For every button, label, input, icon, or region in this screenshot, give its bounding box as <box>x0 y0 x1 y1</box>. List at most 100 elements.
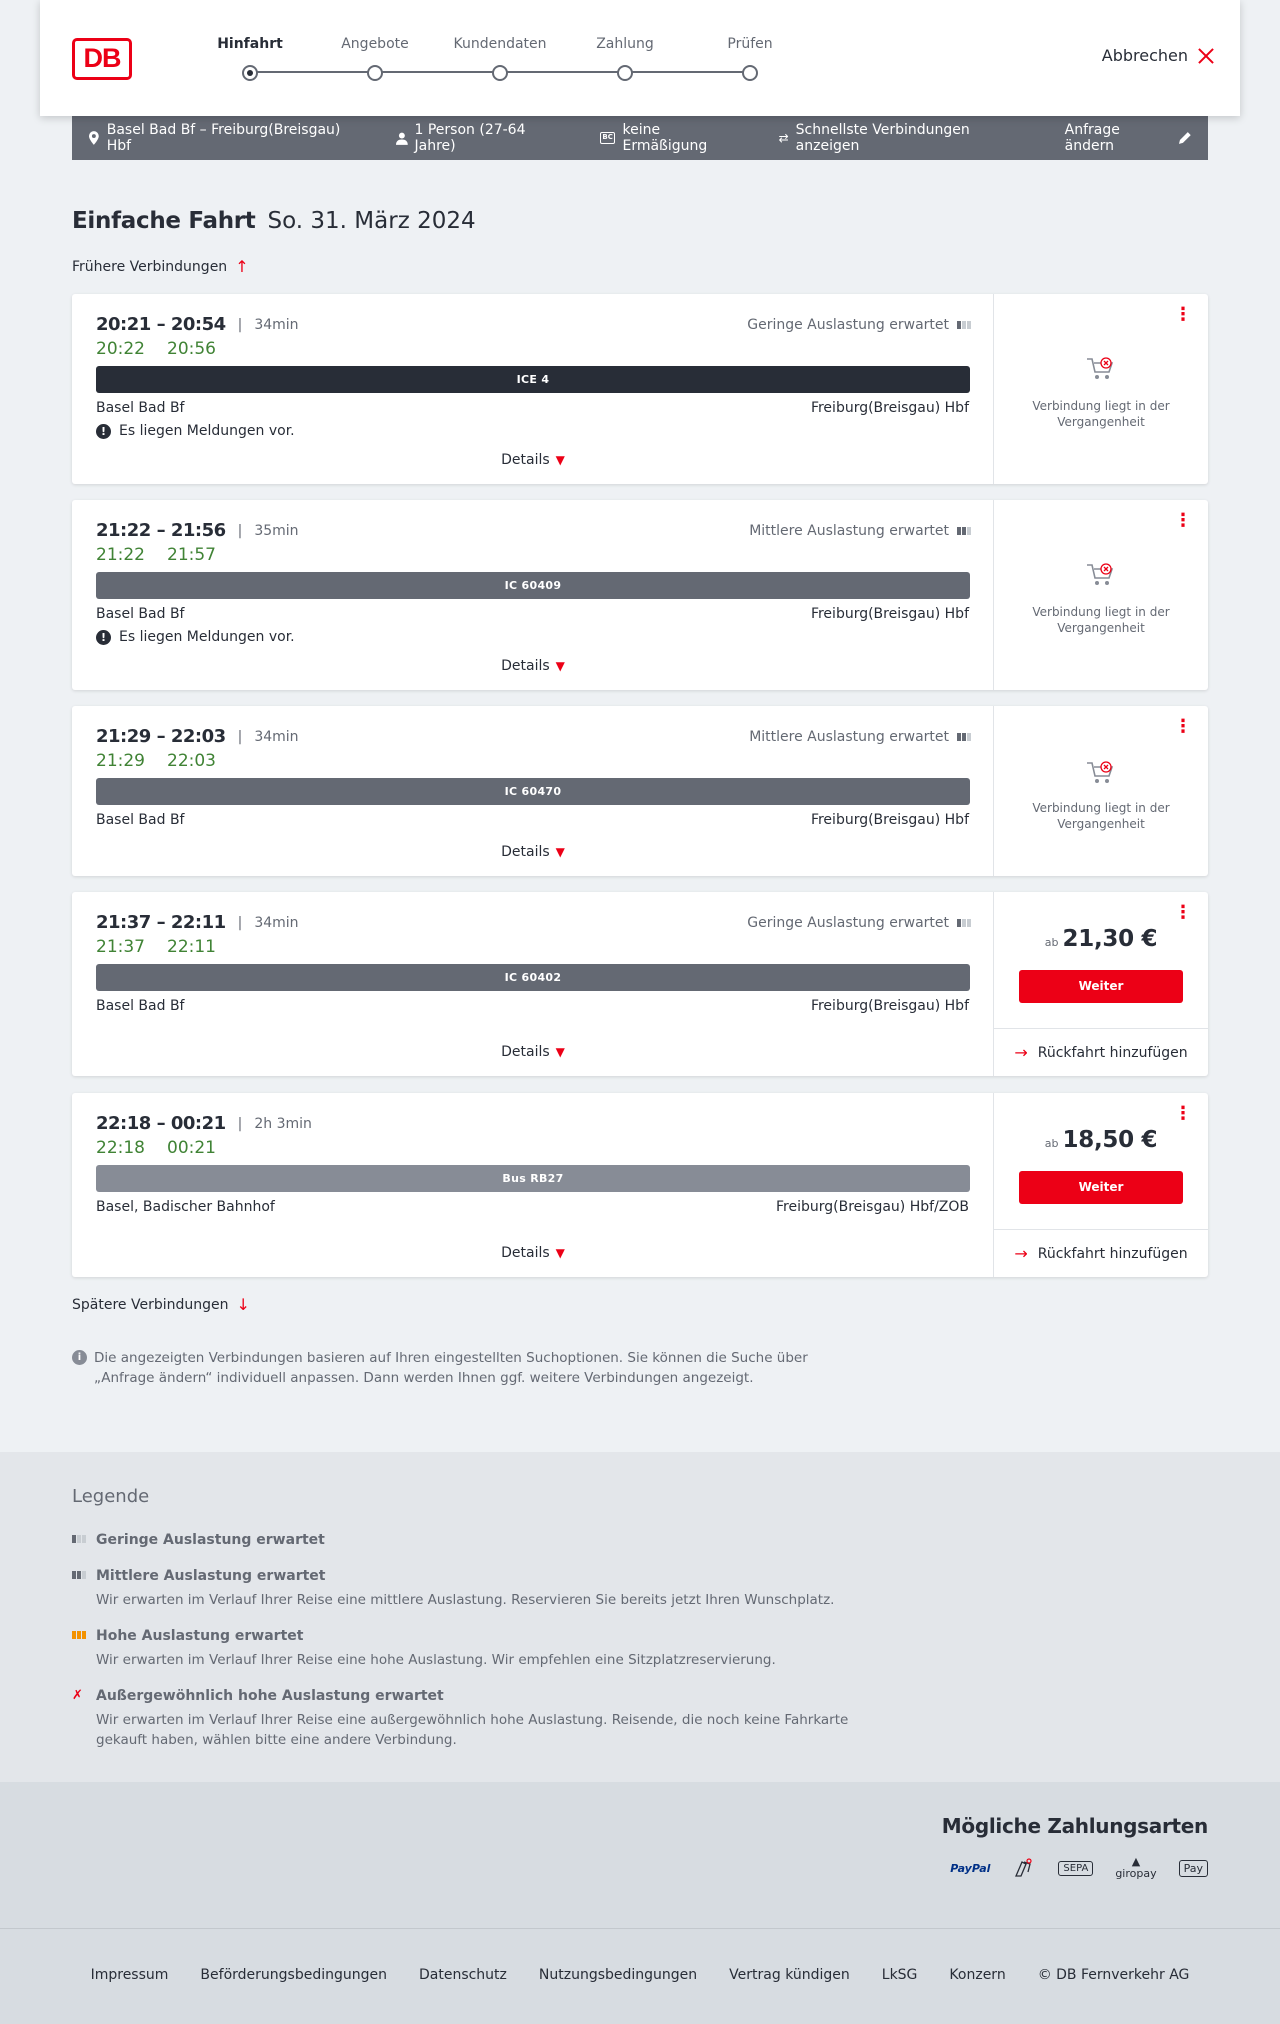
search-info-note: i Die angezeigten Verbindungen basieren … <box>72 1348 852 1388</box>
planned-times: 21:22 – 21:56 <box>96 520 226 541</box>
discount-info: BC keine Ermäßigung <box>599 122 747 154</box>
info-icon: i <box>72 1350 87 1365</box>
apple-pay-logo: Pay <box>1178 1859 1208 1877</box>
occupancy-medium-icon <box>957 733 971 741</box>
bahncard-icon: BC <box>599 132 616 144</box>
realtime-times: 22:18 00:21 <box>96 1138 216 1158</box>
duration: 35min <box>254 522 299 539</box>
disruption-message: ! Es liegen Meldungen vor. <box>96 423 295 439</box>
chevron-down-icon: ▼ <box>555 845 565 859</box>
connection-card[interactable]: 20:21 – 20:54 | 34min 20:22 20:56 Geringe A… <box>72 294 1208 484</box>
later-connections-link[interactable]: Spätere Verbindungen ↓ <box>72 1295 250 1314</box>
step-hinfahrt[interactable]: Hinfahrt <box>180 34 320 81</box>
travel-date: So. 31. März 2024 <box>267 208 476 234</box>
footer-link-datenschutz[interactable]: Datenschutz <box>419 1967 507 1983</box>
arrow-right-icon: → <box>1014 1244 1028 1263</box>
step-kundendaten[interactable]: Kundendaten <box>430 34 570 81</box>
past-connection-text: Verbindung liegt in der Vergangenheit <box>1032 801 1170 831</box>
planned-times: 21:29 – 22:03 <box>96 726 226 747</box>
footer-link-lksg[interactable]: LkSG <box>882 1967 918 1983</box>
occupancy-info: Geringe Auslastung erwartet <box>747 915 971 931</box>
price: ab 18,50 € <box>1044 1127 1158 1153</box>
footer-link-vertrag-kuendigen[interactable]: Vertrag kündigen <box>729 1967 850 1983</box>
db-logo[interactable]: DB <box>72 38 132 80</box>
occupancy-exceptional-icon: ✗ <box>72 1688 83 1703</box>
continue-button[interactable]: Weiter <box>1019 970 1183 1003</box>
train-bar: IC 60470 <box>96 778 970 805</box>
cancel-button[interactable]: Abbrechen <box>1102 46 1214 65</box>
train-bar: IC 60409 <box>96 572 970 599</box>
step-angebote[interactable]: Angebote <box>305 34 445 81</box>
more-options-icon[interactable]: ⋮ <box>1174 1105 1192 1123</box>
price: ab 21,30 € <box>1044 926 1158 952</box>
arrival-station: Freiburg(Breisgau) Hbf <box>810 606 969 622</box>
alert-icon: ! <box>96 423 111 439</box>
edit-search-button[interactable]: Anfrage ändern <box>1065 122 1192 154</box>
cart-unavailable-icon <box>1087 563 1114 585</box>
duration: 34min <box>254 316 299 333</box>
continue-button[interactable]: Weiter <box>1019 1171 1183 1204</box>
disruption-message: ! Es liegen Meldungen vor. <box>96 629 295 645</box>
legend-item: Geringe Auslastung erwartet <box>72 1532 872 1548</box>
details-toggle[interactable]: Details ▼ <box>72 658 994 674</box>
more-options-icon[interactable]: ⋮ <box>1174 904 1192 922</box>
details-toggle[interactable]: Details ▼ <box>72 844 994 860</box>
departure-station: Basel Bad Bf <box>96 998 185 1014</box>
legend-item: ✗ Außergewöhnlich hohe Auslastung erwarte… <box>72 1688 849 1748</box>
paypal-logo: PayPal <box>950 1861 991 1875</box>
occupancy-low-icon <box>72 1535 86 1543</box>
more-options-icon[interactable]: ⋮ <box>1174 512 1192 530</box>
details-toggle[interactable]: Details ▼ <box>72 1044 994 1060</box>
connection-card[interactable]: 21:37 – 22:11 | 34min 21:37 22:11 Geringe A… <box>72 892 1208 1076</box>
connection-card[interactable]: 21:22 – 21:56 | 35min 21:22 21:57 Mittlere … <box>72 500 1208 690</box>
legend-title: Legende <box>72 1486 150 1507</box>
occupancy-medium-icon <box>72 1571 86 1579</box>
add-return-trip-button[interactable]: → Rückfahrt hinzufügen <box>994 1229 1208 1277</box>
legend-item: Hohe Auslastung erwartet Wir erwarten im… <box>72 1628 872 1670</box>
cart-unavailable-icon <box>1087 761 1114 783</box>
credit-card-icon <box>1015 1858 1033 1877</box>
occupancy-medium-icon <box>957 527 971 535</box>
details-toggle[interactable]: Details ▼ <box>72 452 994 468</box>
more-options-icon[interactable]: ⋮ <box>1174 718 1192 736</box>
earlier-connections-link[interactable]: Frühere Verbindungen ↑ <box>72 257 249 276</box>
realtime-times: 21:29 22:03 <box>96 751 216 771</box>
arrow-right-icon: → <box>1014 1043 1028 1062</box>
step-pruefen[interactable]: Prüfen <box>680 34 820 81</box>
arrival-station: Freiburg(Breisgau) Hbf <box>810 998 969 1014</box>
legend-section: Legende Geringe Auslastung erwartet Mitt… <box>0 1452 1280 1782</box>
location-pin-icon <box>88 131 99 145</box>
departure-station: Basel, Badischer Bahnhof <box>96 1199 275 1215</box>
occupancy-info: Geringe Auslastung erwartet <box>747 317 971 333</box>
payment-title: Mögliche Zahlungsarten <box>941 1814 1209 1838</box>
step-dot-active <box>242 65 258 81</box>
departure-station: Basel Bad Bf <box>96 812 185 828</box>
train-bar: Bus RB27 <box>96 1165 970 1192</box>
departure-station: Basel Bad Bf <box>96 606 185 622</box>
add-return-trip-button[interactable]: → Rückfahrt hinzufügen <box>994 1028 1208 1076</box>
departure-station: Basel Bad Bf <box>96 400 185 416</box>
footer-link-impressum[interactable]: Impressum <box>91 1967 169 1983</box>
chevron-down-icon: ▼ <box>555 659 565 673</box>
occupancy-low-icon <box>957 321 971 329</box>
passenger-info: 1 Person (27-64 Jahre) <box>395 122 568 154</box>
arrow-up-icon: ↑ <box>235 257 249 276</box>
past-connection-text: Verbindung liegt in der Vergangenheit <box>1032 605 1170 635</box>
realtime-times: 21:37 22:11 <box>96 937 216 957</box>
connection-card[interactable]: 21:29 – 22:03 | 34min 21:29 22:03 Mittlere … <box>72 706 1208 876</box>
occupancy-low-icon <box>957 919 971 927</box>
page-title: Einfache Fahrt So. 31. März 2024 <box>72 208 476 234</box>
connection-card[interactable]: 22:18 – 00:21 | 2h 3min 22:18 00:21 Bus RB2… <box>72 1093 1208 1277</box>
details-toggle[interactable]: Details ▼ <box>72 1245 994 1261</box>
footer-link-nutzungsbedingungen[interactable]: Nutzungsbedingungen <box>539 1967 697 1983</box>
footer-link-konzern[interactable]: Konzern <box>949 1967 1005 1983</box>
past-connection-text: Verbindung liegt in der Vergangenheit <box>1032 399 1170 429</box>
step-zahlung[interactable]: Zahlung <box>555 34 695 81</box>
more-options-icon[interactable]: ⋮ <box>1174 306 1192 324</box>
footer-copyright: © DB Fernverkehr AG <box>1037 1967 1190 1983</box>
planned-times: 21:37 – 22:11 <box>96 912 226 933</box>
arrow-down-icon: ↓ <box>236 1295 250 1314</box>
footer-link-befoerderungsbedingungen[interactable]: Beförderungsbedingungen <box>200 1967 387 1983</box>
duration: 34min <box>254 914 299 931</box>
giropay-logo: ▲ giropay <box>1115 1855 1157 1880</box>
